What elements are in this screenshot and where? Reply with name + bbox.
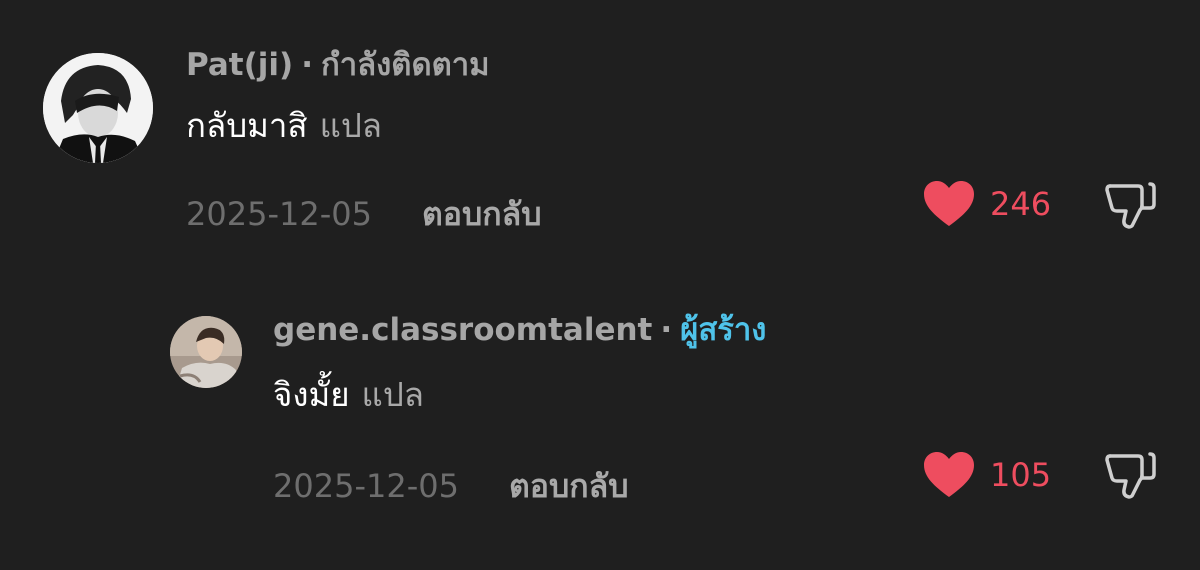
comment-text: กลับมาสิ [186, 106, 308, 145]
like-button[interactable]: 105 [922, 451, 1051, 499]
heart-filled-icon [924, 452, 974, 497]
comment-header: gene.classroomtalent · ผู้สร้าง [273, 310, 766, 350]
comment-date: 2025-12-05 [186, 195, 372, 233]
separator-dot: · [301, 47, 313, 83]
like-count: 246 [990, 185, 1052, 223]
comment-meta: 2025-12-05 ตอบกลับ [273, 466, 629, 506]
dislike-button[interactable] [1104, 180, 1158, 234]
like-count: 105 [990, 456, 1052, 494]
comment-date: 2025-12-05 [273, 467, 459, 505]
username[interactable]: Pat(ji) [186, 47, 293, 83]
translate-link[interactable]: แปล [320, 106, 382, 145]
avatar[interactable] [170, 316, 242, 388]
separator-dot: · [660, 312, 673, 348]
dislike-button[interactable] [1104, 450, 1158, 504]
comment-body: กลับมาสิ แปล [186, 104, 382, 148]
following-tag: กำลังติดตาม [321, 47, 490, 83]
comment-header: Pat(ji) · กำลังติดตาม [186, 45, 490, 85]
thumbs-down-icon [1105, 452, 1156, 499]
heart-filled-icon [924, 181, 974, 226]
comment-text: จิงมั้ย [273, 375, 350, 414]
avatar-image [170, 316, 242, 388]
comment-meta: 2025-12-05 ตอบกลับ [186, 194, 542, 234]
avatar-image [43, 53, 153, 163]
reply-button[interactable]: ตอบกลับ [422, 195, 542, 233]
comment-body: จิงมั้ย แปล [273, 373, 424, 417]
thumbs-down-icon [1105, 182, 1156, 229]
like-button[interactable]: 246 [922, 180, 1051, 228]
avatar[interactable] [43, 53, 153, 163]
username[interactable]: gene.classroomtalent [273, 312, 652, 348]
creator-tag: ผู้สร้าง [680, 312, 767, 348]
translate-link[interactable]: แปล [362, 375, 424, 414]
reply-button[interactable]: ตอบกลับ [509, 467, 629, 505]
